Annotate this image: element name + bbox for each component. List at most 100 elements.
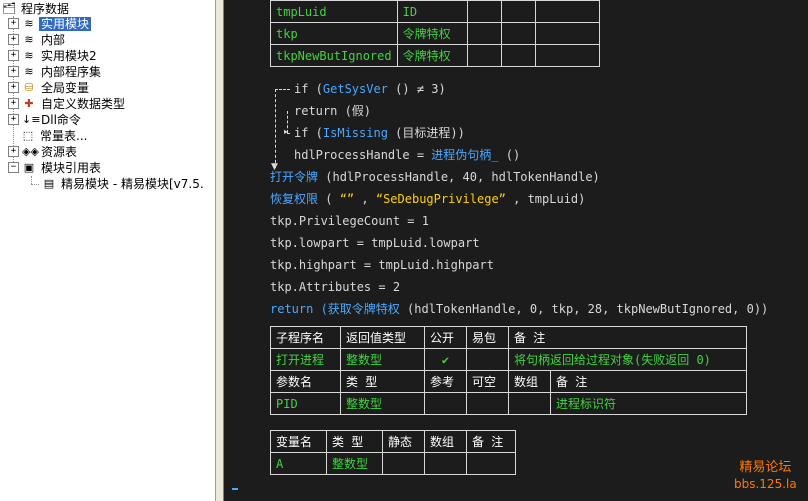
collapse-icon[interactable]: − <box>8 162 19 173</box>
code-line-3[interactable]: if (IsMissing (目标进程)) <box>294 122 465 144</box>
header-cell: 备 注 <box>508 326 747 349</box>
code-line-8[interactable]: tkp.lowpart = tmpLuid.lowpart <box>270 232 480 254</box>
var-type-cell[interactable]: 令牌特权 <box>396 22 468 45</box>
panel-splitter[interactable] <box>215 0 224 501</box>
keyword: if <box>294 126 309 140</box>
table-cell[interactable] <box>534 0 601 23</box>
table-row[interactable]: 打开进程 整数型 ✔ 将句柄返回给过程对象(失败返回 0) <box>270 348 747 371</box>
code-line-5[interactable]: 打开令牌 (hdlProcessHandle, 40, hdlTokenHand… <box>270 166 600 188</box>
string-literal: “” <box>339 192 355 206</box>
param-type-cell[interactable]: 整数型 <box>340 392 425 415</box>
table-cell[interactable] <box>424 452 467 475</box>
tree-item-global-vars[interactable]: + ⛁ 全局变量 <box>8 79 91 95</box>
tree-item-jingyi-module[interactable]: ▤ 精易模块 - 精易模块[v7.5. <box>42 175 206 191</box>
tree-item-label: 全局变量 <box>41 80 90 95</box>
var-name-cell[interactable]: tmpLuid <box>270 0 398 23</box>
code-text: ( <box>308 126 323 140</box>
code-line-4[interactable]: hdlProcessHandle = 进程伪句柄_ () <box>294 144 520 166</box>
expand-icon[interactable]: + <box>8 82 19 93</box>
note-cell[interactable]: 进程标识符 <box>550 392 747 415</box>
program-data-tree[interactable]: 🗂 程序数据 + ≋ 实用模块 + ≋ 内部 + ≋ 实用模块2 + ≋ 内部程序集 + ⛁ 全局变量… <box>0 0 215 501</box>
code-line-6[interactable]: 恢复权限 ( “” , “SeDebugPrivilege” , tmpLuid… <box>270 188 585 210</box>
table-cell[interactable] <box>382 452 425 475</box>
local-name-cell[interactable]: A <box>270 452 327 475</box>
tree-item-internal[interactable]: + ≋ 内部 <box>8 31 67 47</box>
table-row[interactable]: PID 整数型 进程标识符 <box>270 392 747 415</box>
code-line-9[interactable]: tkp.highpart = tmpLuid.highpart <box>270 254 494 276</box>
var-name-cell[interactable]: tkp <box>270 22 398 45</box>
table-cell[interactable] <box>534 22 601 45</box>
code-text: (hdlTokenHandle, 0, tkp, 28, tkpNewButIg… <box>399 302 769 316</box>
sub-name-cell[interactable]: 打开进程 <box>270 348 341 371</box>
tree-item-label: 内部程序集 <box>41 64 102 79</box>
expand-icon[interactable]: + <box>8 50 19 61</box>
tree-item-label: 模块引用表 <box>41 160 102 175</box>
tree-item-custom-types[interactable]: + ✚ 自定义数据类型 <box>8 95 127 111</box>
return-type-cell[interactable]: 整数型 <box>340 348 425 371</box>
table-cell[interactable] <box>508 392 551 415</box>
table-cell[interactable] <box>500 44 536 67</box>
note-cell[interactable]: 将句柄返回给过程对象(失败返回 0) <box>508 348 747 371</box>
table-row[interactable]: tmpLuid ID <box>270 0 601 23</box>
code-text: () ≠ 3) <box>387 82 446 96</box>
code-text: tkp. <box>270 214 299 228</box>
code-line-10[interactable]: tkp.Attributes = 2 <box>270 276 400 298</box>
tree-item-label: 资源表 <box>41 144 78 159</box>
table-cell[interactable] <box>466 392 509 415</box>
database-icon: ⛁ <box>24 80 34 94</box>
expand-icon[interactable]: + <box>8 114 19 125</box>
table-cell[interactable] <box>500 0 536 23</box>
table-cell[interactable] <box>500 22 536 45</box>
expand-icon[interactable]: + <box>8 18 19 29</box>
tree-item-constants[interactable]: ⬚ 常量表... <box>21 127 89 143</box>
pkg-cell[interactable] <box>466 348 509 371</box>
tree-item-label: 内部 <box>41 32 66 47</box>
table-row[interactable]: tkpNewButIgnored 令牌特权 <box>270 44 601 67</box>
table-cell[interactable] <box>424 392 467 415</box>
local-type-cell[interactable]: 整数型 <box>326 452 383 475</box>
code-line-11[interactable]: return (获取令牌特权 (hdlTokenHandle, 0, tkp, … <box>270 298 768 320</box>
tree-item-resources[interactable]: + ◈◈ 资源表 <box>8 143 79 159</box>
var-name-cell[interactable]: tkpNewButIgnored <box>270 44 398 67</box>
module-stack-icon: ≋ <box>24 48 34 62</box>
tree-item-dll-commands[interactable]: + ↓≡Dll命令 <box>8 111 83 127</box>
function-name: 恢复权限 <box>270 192 319 206</box>
var-type-cell[interactable]: 令牌特权 <box>396 44 468 67</box>
variable-table: tmpLuid ID tkp 令牌特权 tkpNewButIgnored 令牌特… <box>270 0 601 67</box>
header-cell: 参考 <box>424 370 467 393</box>
table-cell[interactable] <box>466 0 502 23</box>
header-cell: 备 注 <box>466 430 516 453</box>
var-type-cell[interactable]: ID <box>396 0 468 23</box>
tree-root[interactable]: 🗂 程序数据 <box>2 0 71 16</box>
table-cell[interactable] <box>466 44 502 67</box>
expand-icon[interactable]: + <box>8 98 19 109</box>
code-line-2[interactable]: return (假) <box>294 100 371 122</box>
type-icon: ✚ <box>24 96 34 110</box>
table-row[interactable]: tkp 令牌特权 <box>270 22 601 45</box>
expand-icon[interactable]: + <box>8 66 19 77</box>
string-literal: “SeDebugPrivilege” <box>375 192 506 206</box>
dll-icon: ↓≡ <box>22 112 41 126</box>
watermark-title: 精易论坛 <box>739 460 792 475</box>
expand-icon[interactable]: + <box>8 34 19 45</box>
param-name-cell[interactable]: PID <box>270 392 341 415</box>
table-cell[interactable] <box>466 452 516 475</box>
function-name: GetSysVer <box>322 82 388 96</box>
tree-item-module-refs[interactable]: − ▣ 模块引用表 <box>8 159 103 175</box>
table-cell[interactable] <box>466 22 502 45</box>
tree-item-utility-module-2[interactable]: + ≋ 实用模块2 <box>8 47 99 63</box>
header-cell: 数组 <box>424 430 467 453</box>
code-text: tkp. <box>270 258 299 272</box>
tree-item-utility-module[interactable]: + ≋ 实用模块 <box>8 15 92 31</box>
code-line-7[interactable]: tkp.PrivilegeCount = 1 <box>270 210 429 232</box>
header-cell: 返回值类型 <box>340 326 425 349</box>
variable: hdlProcessHandle <box>294 148 410 162</box>
table-row[interactable]: A 整数型 <box>270 452 516 475</box>
code-text: ( <box>308 82 323 96</box>
expand-icon[interactable]: + <box>8 146 19 157</box>
tree-item-internal-assembly[interactable]: + ≋ 内部程序集 <box>8 63 103 79</box>
table-cell[interactable] <box>534 44 601 67</box>
function-name: 获取令牌特权 <box>327 302 400 316</box>
code-line-1[interactable]: if (GetSysVer () ≠ 3) <box>294 78 446 100</box>
checkmark-icon[interactable]: ✔ <box>424 348 467 371</box>
